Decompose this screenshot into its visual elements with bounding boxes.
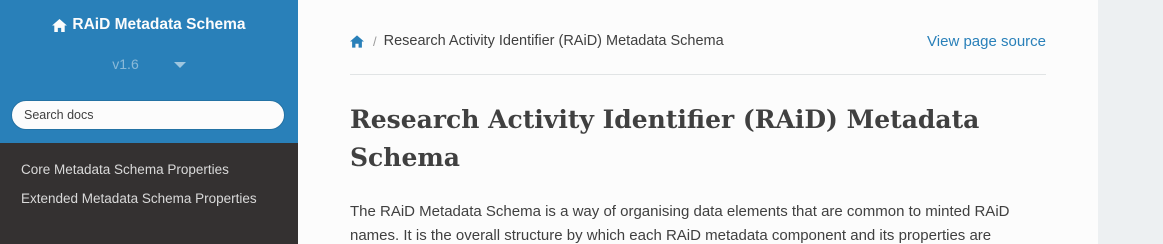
sidebar-item-extended-metadata[interactable]: Extended Metadata Schema Properties (0, 184, 298, 213)
chevron-down-icon (173, 62, 186, 68)
view-page-source-link[interactable]: View page source (927, 33, 1046, 50)
intro-paragraph: The RAiD Metadata Schema is a way of org… (350, 203, 1010, 244)
sidebar: RAiD Metadata Schema v1.6 Core Metadata … (0, 0, 298, 244)
sidebar-header: RAiD Metadata Schema v1.6 (0, 0, 298, 143)
breadcrumb-home-link[interactable] (350, 34, 364, 48)
sidebar-nav: Core Metadata Schema Properties Extended… (0, 155, 298, 213)
main-content: / Research Activity Identifier (RAiD) Me… (298, 0, 1098, 244)
right-gutter (1098, 0, 1163, 244)
version-label: v1.6 (112, 56, 139, 72)
home-icon (52, 18, 68, 32)
version-selector[interactable]: v1.6 (0, 56, 298, 72)
breadcrumb-current: Research Activity Identifier (RAiD) Meta… (383, 33, 724, 49)
breadcrumb-separator: / (373, 33, 377, 49)
sidebar-item-core-metadata[interactable]: Core Metadata Schema Properties (0, 155, 298, 184)
project-title: RAiD Metadata Schema (72, 16, 246, 33)
divider (350, 74, 1046, 75)
page-title: Research Activity Identifier (RAiD) Meta… (350, 105, 980, 172)
home-icon (350, 34, 364, 48)
search-input[interactable] (11, 100, 285, 130)
breadcrumb: / Research Activity Identifier (RAiD) Me… (350, 30, 1046, 52)
project-home-link[interactable]: RAiD Metadata Schema (0, 16, 298, 34)
